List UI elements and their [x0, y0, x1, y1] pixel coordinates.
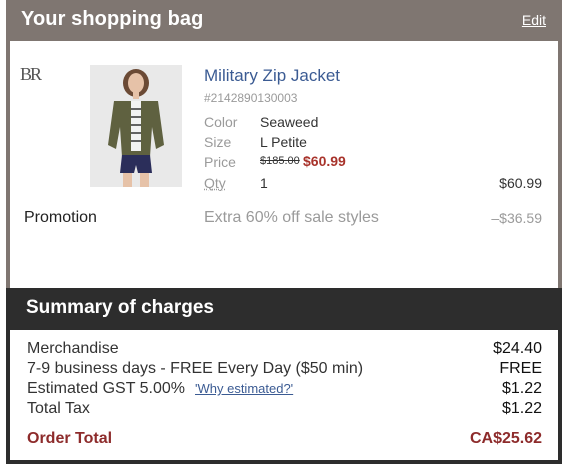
summary-panel: Summary of charges Merchandise $24.40 7-… — [6, 288, 562, 464]
bag-title: Your shopping bag — [21, 8, 204, 30]
qty-value: 1 — [260, 175, 268, 191]
why-estimated-link[interactable]: 'Why estimated?' — [195, 381, 293, 396]
original-price: $185.00 — [260, 155, 300, 167]
merchandise-label: Merchandise — [27, 340, 119, 357]
summary-title: Summary of charges — [26, 297, 214, 318]
sale-price: $60.99 — [303, 153, 346, 169]
shopping-bag-page: Your shopping bag Edit BR Military Zip J… — [0, 0, 568, 471]
total-tax-value: $1.22 — [501, 400, 542, 417]
qty-label[interactable]: Qty — [204, 175, 226, 191]
size-label: Size — [204, 134, 232, 150]
order-total-label: Order Total — [27, 430, 113, 447]
product-name-link[interactable]: Military Zip Jacket — [204, 66, 340, 86]
product-thumbnail[interactable] — [90, 65, 182, 187]
gst-row: Estimated GST 5.00% 'Why estimated?' — [27, 380, 293, 398]
total-tax-label: Total Tax — [27, 400, 90, 417]
color-value: Seaweed — [260, 114, 319, 130]
promotion-amount: –$36.59 — [491, 210, 542, 226]
line-total: $60.99 — [499, 175, 542, 191]
jacket-model-image — [90, 65, 182, 187]
size-value: L Petite — [260, 134, 307, 150]
promotion-label: Promotion — [24, 209, 97, 226]
color-label: Color — [204, 114, 238, 130]
bag-item-area: BR Military Zip Jacket #2142890130003 Co… — [10, 41, 558, 288]
brand-logo-icon: BR — [20, 64, 42, 84]
gst-value: $1.22 — [501, 380, 542, 397]
shipping-value: FREE — [499, 360, 542, 377]
shopping-bag-panel: Your shopping bag Edit BR Military Zip J… — [6, 0, 562, 288]
edit-bag-link[interactable]: Edit — [522, 12, 546, 28]
merchandise-value: $24.40 — [493, 340, 542, 357]
price-label: Price — [204, 154, 236, 170]
summary-body: Merchandise $24.40 7-9 business days - F… — [10, 330, 558, 460]
gst-label: Estimated GST 5.00% — [27, 380, 185, 397]
promotion-description: Extra 60% off sale styles — [204, 209, 379, 226]
shipping-label: 7-9 business days - FREE Every Day ($50 … — [27, 360, 364, 377]
product-sku: #2142890130003 — [204, 91, 298, 105]
order-total-value: CA$25.62 — [469, 430, 542, 447]
